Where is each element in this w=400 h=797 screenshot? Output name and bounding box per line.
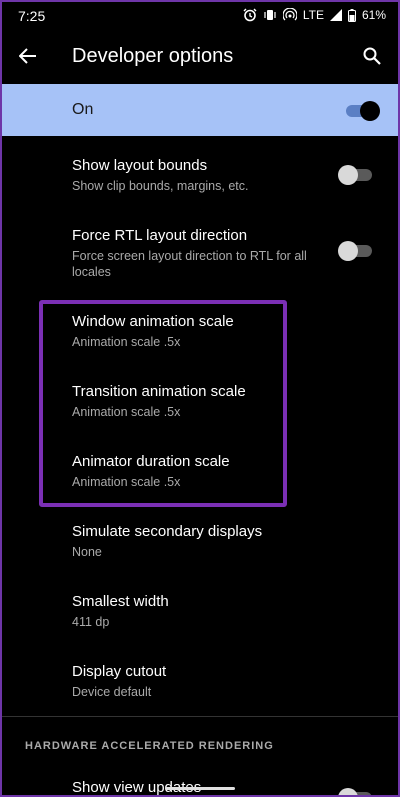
section-divider <box>0 716 400 717</box>
arrow-back-icon <box>18 47 37 70</box>
toggle-thumb <box>360 101 380 121</box>
setting-subtitle: None <box>72 545 102 559</box>
highlight-box <box>39 300 287 507</box>
vibrate-icon <box>263 8 277 22</box>
alarm-icon <box>243 8 257 22</box>
setting-title: Display cutout <box>72 663 167 680</box>
setting-title: Smallest width <box>72 593 169 610</box>
status-time: 7:25 <box>18 8 46 24</box>
battery-icon <box>347 8 356 22</box>
setting-title: Show layout bounds <box>72 157 208 174</box>
gesture-nav-bar[interactable] <box>165 787 235 790</box>
section-header: HARDWARE ACCELERATED RENDERING <box>25 740 274 752</box>
toggle-thumb <box>338 165 358 185</box>
setting-subtitle: 411 dp <box>72 615 110 629</box>
setting-subtitle: Device default <box>72 685 152 699</box>
setting-title: Simulate secondary displays <box>72 523 263 540</box>
toggle-thumb <box>338 241 358 261</box>
search-button[interactable] <box>358 44 386 72</box>
status-icons: LTE 61% <box>243 8 386 22</box>
master-switch-label: On <box>72 101 94 118</box>
setting-smallest-width[interactable]: Smallest width 411 dp <box>0 593 400 633</box>
show-view-updates-toggle[interactable] <box>338 787 374 797</box>
show-layout-bounds-toggle[interactable] <box>338 164 374 185</box>
toggle-thumb <box>338 788 358 797</box>
developer-options-master-switch-row[interactable]: On <box>0 84 400 136</box>
setting-display-cutout[interactable]: Display cutout Device default <box>0 663 400 703</box>
signal-icon <box>329 9 342 21</box>
setting-title: Force RTL layout direction <box>72 227 248 244</box>
setting-force-rtl[interactable]: Force RTL layout direction Force screen … <box>0 227 400 287</box>
setting-simulate-secondary-displays[interactable]: Simulate secondary displays None <box>0 523 400 563</box>
page-title: Developer options <box>72 45 234 67</box>
back-button[interactable] <box>14 44 42 72</box>
force-rtl-toggle[interactable] <box>338 240 374 261</box>
setting-show-layout-bounds[interactable]: Show layout bounds Show clip bounds, mar… <box>0 157 400 207</box>
status-bar: 7:25 LTE 61% <box>0 0 400 34</box>
setting-subtitle: Show clip bounds, margins, etc. <box>72 179 249 193</box>
network-type: LTE <box>302 8 324 22</box>
search-icon <box>363 47 381 70</box>
master-toggle[interactable] <box>344 100 380 121</box>
app-bar: Developer options <box>0 34 400 82</box>
setting-subtitle: Force screen layout direction to RTL for… <box>72 249 307 279</box>
hotspot-icon <box>282 8 297 22</box>
battery-percent: 61% <box>361 8 386 22</box>
